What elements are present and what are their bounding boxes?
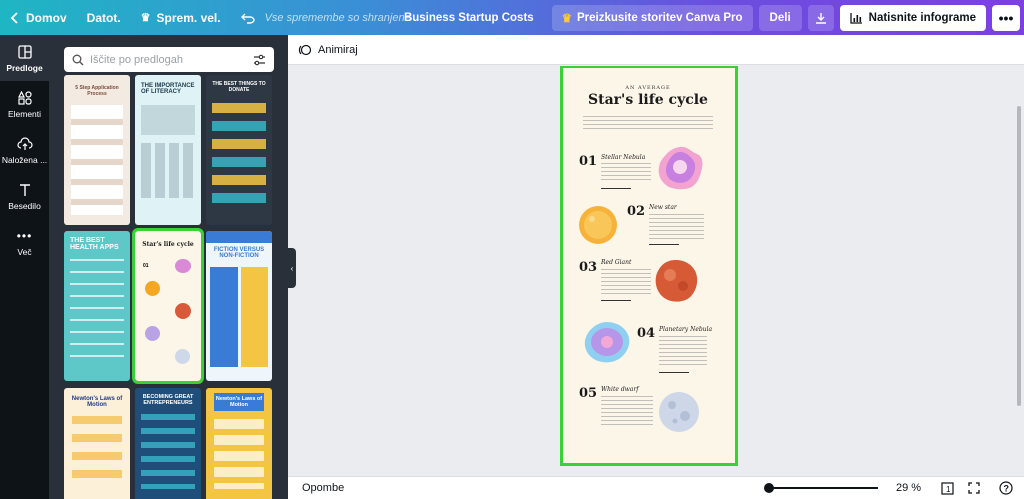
animate-button[interactable]: Animiraj: [318, 44, 358, 56]
templates-panel: 5 Step Application Process THE IMPORTANC…: [49, 35, 288, 499]
resize-label: Sprem. vel.: [156, 10, 221, 25]
download-button[interactable]: [807, 4, 834, 31]
template-thumb[interactable]: THE IMPORTANCE OF LITERACY: [135, 75, 201, 225]
template-title: THE BEST HEALTH APPS: [70, 237, 119, 251]
template-title: FICTION VERSUS NON-FICTION: [213, 247, 265, 259]
share-label: Deli: [769, 11, 791, 24]
rail-label: Besedilo: [8, 200, 41, 211]
template-thumb[interactable]: BECOMING GREAT ENTREPRENEURS: [135, 388, 201, 499]
saved-status: Vse spremembe so shranjene: [264, 11, 411, 24]
template-thumb[interactable]: THE BEST HEALTH APPS: [64, 231, 130, 381]
template-search[interactable]: [64, 47, 274, 72]
template-thumb[interactable]: Newton's Laws of Motion: [206, 388, 272, 499]
crown-icon: ♛: [140, 12, 151, 24]
template-thumb-selected[interactable]: Star's life cycle 01: [132, 228, 204, 384]
rail-item-more[interactable]: ••• Več: [0, 219, 49, 265]
file-menu[interactable]: Datot.: [77, 0, 131, 35]
home-label: Domov: [26, 10, 67, 25]
print-infographic-button[interactable]: Natisnite infograme: [839, 4, 986, 31]
search-icon: [72, 54, 84, 65]
template-title: Star's life cycle: [142, 241, 194, 248]
help-button[interactable]: ?: [998, 480, 1014, 496]
more-options-button[interactable]: •••: [992, 4, 1020, 31]
undo-icon: [240, 13, 255, 24]
template-title: BECOMING GREAT ENTREPRENEURS: [142, 394, 194, 406]
filter-icon[interactable]: [253, 54, 266, 66]
rail-label: Več: [17, 246, 32, 257]
zoom-level[interactable]: 29 %: [896, 482, 921, 494]
fullscreen-button[interactable]: [966, 480, 982, 496]
help-icon: ?: [999, 481, 1013, 495]
rail-label: Elementi: [7, 108, 42, 119]
share-button[interactable]: Deli: [758, 4, 802, 31]
rail-item-elements[interactable]: Elementi: [0, 81, 49, 127]
template-title: THE BEST THINGS TO DONATE: [212, 81, 266, 93]
chevron-left-icon: [10, 11, 18, 24]
undo-button[interactable]: [231, 0, 265, 35]
notes-button[interactable]: Opombe: [302, 482, 344, 494]
chart-icon: [849, 12, 862, 24]
page-count: 1: [946, 485, 951, 494]
search-input[interactable]: [90, 53, 247, 66]
rail-label: Naložena ...: [1, 154, 48, 165]
file-label: Datot.: [86, 10, 121, 25]
template-title: Newton's Laws of Motion: [215, 396, 263, 408]
template-thumb[interactable]: Newton's Laws of Motion: [64, 388, 130, 499]
animate-toolbar: Animiraj: [288, 35, 1024, 65]
page-selection-outline: [560, 66, 738, 466]
top-bar: Domov Datot. ♛ Sprem. vel. Vse spremembe…: [0, 0, 1024, 35]
rail-item-uploads[interactable]: Naložena ...: [0, 127, 49, 173]
zoom-slider[interactable]: [768, 487, 878, 489]
more-label: •••: [998, 9, 1014, 26]
document-title[interactable]: Business Startup Costs: [404, 12, 534, 24]
home-button[interactable]: Domov: [0, 0, 77, 35]
help-label: ?: [1004, 484, 1010, 494]
upload-icon: [16, 136, 33, 152]
template-thumb[interactable]: 5 Step Application Process: [64, 75, 130, 225]
try-pro-label: Preizkusite storitev Canva Pro: [577, 11, 743, 24]
scrollbar-thumb[interactable]: [1017, 106, 1021, 406]
design-canvas: AN AVERAGE Star's life cycle 01 Stellar …: [288, 66, 1014, 473]
crown-icon: ♛: [561, 12, 572, 25]
rail-label: Predloge: [6, 62, 43, 73]
elements-icon: [17, 90, 33, 106]
rail-item-text[interactable]: Besedilo: [0, 173, 49, 219]
canvas-scrollbar[interactable]: [1014, 66, 1024, 473]
page-count-button[interactable]: 1: [940, 480, 956, 496]
zoom-slider-handle[interactable]: [764, 483, 774, 493]
template-title: Newton's Laws of Motion: [71, 396, 123, 408]
print-label: Natisnite infograme: [868, 11, 976, 24]
text-icon: [17, 182, 33, 198]
side-rail: Predloge Elementi Naložena ... Besedilo …: [0, 35, 49, 499]
template-thumb[interactable]: THE BEST THINGS TO DONATE: [206, 75, 272, 225]
template-thumb[interactable]: FICTION VERSUS NON-FICTION: [206, 231, 272, 381]
download-icon: [815, 12, 826, 24]
templates-icon: [17, 44, 33, 60]
footer-bar: Opombe 29 % 1 ?: [288, 476, 1024, 499]
pages-icon: 1: [941, 482, 954, 495]
animate-icon: [298, 44, 312, 55]
template-title: 5 Step Application Process: [75, 85, 119, 97]
resize-button[interactable]: ♛ Sprem. vel.: [131, 0, 231, 35]
template-title: THE IMPORTANCE OF LITERACY: [141, 83, 195, 95]
try-pro-button[interactable]: ♛ Preizkusite storitev Canva Pro: [551, 4, 753, 31]
more-icon: •••: [16, 228, 33, 243]
rail-item-templates[interactable]: Predloge: [0, 35, 49, 81]
expand-icon: [968, 482, 980, 494]
